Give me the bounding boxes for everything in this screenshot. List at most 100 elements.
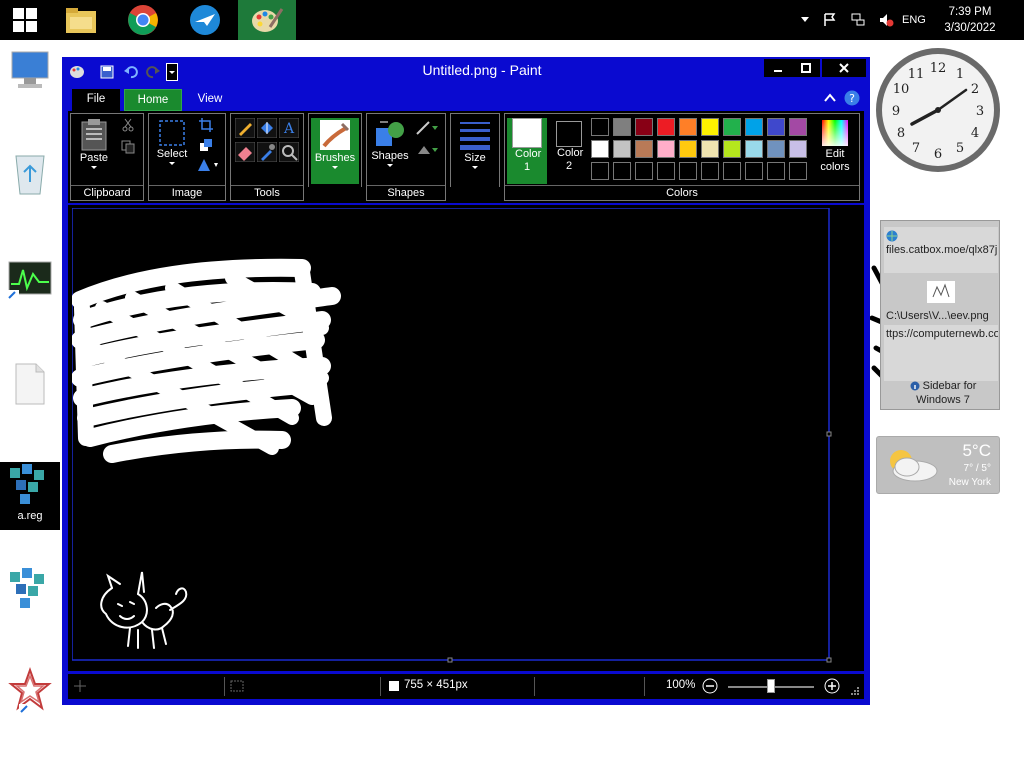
palette-swatch[interactable] <box>591 162 609 180</box>
palette-swatch[interactable] <box>767 162 785 180</box>
color2-button[interactable]: Color 2 <box>549 118 589 173</box>
desktop-icon-recycle-bin[interactable] <box>0 148 60 212</box>
zoom-slider-thumb[interactable] <box>767 679 775 693</box>
shapes-button[interactable]: Shapes <box>369 118 411 169</box>
title-bar[interactable]: Untitled.png - Paint <box>62 57 870 87</box>
palette-swatch[interactable] <box>591 140 609 158</box>
system-clock[interactable]: 7:39 PM 3/30/2022 <box>940 0 1000 40</box>
palette-swatch[interactable] <box>745 118 763 136</box>
palette-swatch[interactable] <box>635 140 653 158</box>
taskbar-chrome[interactable] <box>117 0 169 40</box>
palette-swatch[interactable] <box>679 162 697 180</box>
eraser-icon[interactable] <box>235 142 255 162</box>
palette-swatch[interactable] <box>701 118 719 136</box>
sidebar-footer[interactable]: Sidebar for Windows 7 <box>893 379 993 407</box>
paste-dropdown-icon[interactable] <box>90 165 98 171</box>
taskbar-file-explorer[interactable] <box>55 0 107 40</box>
outline-icon[interactable] <box>415 120 439 136</box>
select-dropdown-icon[interactable] <box>168 161 176 167</box>
palette-swatch[interactable] <box>613 140 631 158</box>
size-dropdown-icon[interactable] <box>471 165 479 171</box>
resize-handle-bottom[interactable] <box>447 657 453 663</box>
feed-item-catbox[interactable]: files.catbox.moe/qlx87j.png <box>884 227 998 273</box>
palette-swatch[interactable] <box>767 118 785 136</box>
paint-app-icon[interactable] <box>66 63 88 81</box>
palette-swatch[interactable] <box>679 140 697 158</box>
palette-swatch[interactable] <box>657 162 675 180</box>
drawing-canvas[interactable] <box>72 208 862 668</box>
paste-button[interactable]: Paste <box>75 118 113 171</box>
fill-icon[interactable] <box>257 118 277 138</box>
magnifier-icon[interactable] <box>279 142 299 162</box>
desktop-icon-resource-monitor[interactable] <box>0 260 60 324</box>
tab-view[interactable]: View <box>188 89 232 111</box>
shapes-dropdown-icon[interactable] <box>386 163 394 169</box>
desktop-icon-computer[interactable] <box>0 48 60 112</box>
copy-icon[interactable] <box>121 140 135 154</box>
close-button[interactable] <box>822 59 866 77</box>
palette-swatch[interactable] <box>701 140 719 158</box>
slideshow-gadget[interactable]: files.catbox.moe/qlx87j.png C:\Users\V..… <box>880 220 1000 410</box>
select-button[interactable]: Select <box>153 118 191 167</box>
zoom-out-icon[interactable] <box>702 678 718 694</box>
palette-swatch[interactable] <box>767 140 785 158</box>
palette-swatch[interactable] <box>613 162 631 180</box>
customize-qat-icon[interactable] <box>166 63 178 81</box>
color-picker-icon[interactable] <box>257 142 277 162</box>
save-icon[interactable] <box>98 63 116 81</box>
palette-swatch[interactable] <box>745 140 763 158</box>
maximize-button[interactable] <box>792 59 820 77</box>
crop-icon[interactable] <box>199 118 213 132</box>
collapse-ribbon-icon[interactable] <box>824 93 836 103</box>
palette-swatch[interactable] <box>635 162 653 180</box>
network-icon[interactable] <box>850 12 866 28</box>
palette-swatch[interactable] <box>657 118 675 136</box>
redo-icon[interactable] <box>144 63 162 81</box>
resize-grip-icon[interactable] <box>850 686 860 696</box>
clock-gadget[interactable]: 12 1 2 345 678 9 10 11 <box>874 46 1002 174</box>
feed-item-url[interactable]: ttps://computernewb.com/~lily/ISOs/crust… <box>884 325 998 381</box>
help-icon[interactable]: ? <box>844 90 860 106</box>
palette-swatch[interactable] <box>723 162 741 180</box>
minimize-button[interactable] <box>764 59 792 77</box>
action-center-flag-icon[interactable] <box>822 12 838 28</box>
palette-swatch[interactable] <box>635 118 653 136</box>
fill-shape-icon[interactable] <box>415 142 439 158</box>
resize-handle-corner[interactable] <box>826 657 832 663</box>
size-button[interactable]: Size <box>453 118 497 171</box>
palette-swatch[interactable] <box>723 140 741 158</box>
taskbar-app[interactable] <box>179 0 231 40</box>
language-indicator[interactable]: ENG <box>902 0 926 40</box>
feed-item-eev[interactable]: C:\Users\V...\eev.png <box>884 307 998 323</box>
palette-swatch[interactable] <box>613 118 631 136</box>
edit-colors-button[interactable]: Edit colors <box>813 118 857 174</box>
desktop-icon-blank-file[interactable] <box>0 362 60 426</box>
pencil-icon[interactable] <box>235 118 255 138</box>
desktop-icon-reg-file[interactable]: a.reg <box>0 462 60 530</box>
palette-swatch[interactable] <box>789 118 807 136</box>
start-button[interactable] <box>0 0 50 40</box>
text-icon[interactable]: A <box>279 118 299 138</box>
zoom-in-icon[interactable] <box>824 678 840 694</box>
desktop-icon-registry-editor[interactable] <box>0 566 60 630</box>
color1-button[interactable]: Color 1 <box>507 118 547 184</box>
brushes-dropdown-icon[interactable] <box>331 165 339 171</box>
canvas-area[interactable] <box>68 205 864 671</box>
palette-swatch[interactable] <box>701 162 719 180</box>
palette-swatch[interactable] <box>723 118 741 136</box>
palette-swatch[interactable] <box>657 140 675 158</box>
palette-swatch[interactable] <box>789 140 807 158</box>
tab-file[interactable]: File <box>72 89 120 111</box>
brushes-button[interactable]: Brushes <box>311 118 359 184</box>
palette-swatch[interactable] <box>789 162 807 180</box>
tray-chevron-icon[interactable] <box>800 16 810 24</box>
palette-swatch[interactable] <box>745 162 763 180</box>
weather-gadget[interactable]: 5°C 7° / 5° New York <box>876 436 1000 494</box>
tab-home[interactable]: Home <box>124 89 182 111</box>
desktop-icon-star-shortcut[interactable] <box>0 666 60 730</box>
resize-icon[interactable] <box>199 138 213 152</box>
undo-icon[interactable] <box>122 63 140 81</box>
palette-swatch[interactable] <box>591 118 609 136</box>
palette-swatch[interactable] <box>679 118 697 136</box>
resize-handle-right[interactable] <box>826 431 832 437</box>
